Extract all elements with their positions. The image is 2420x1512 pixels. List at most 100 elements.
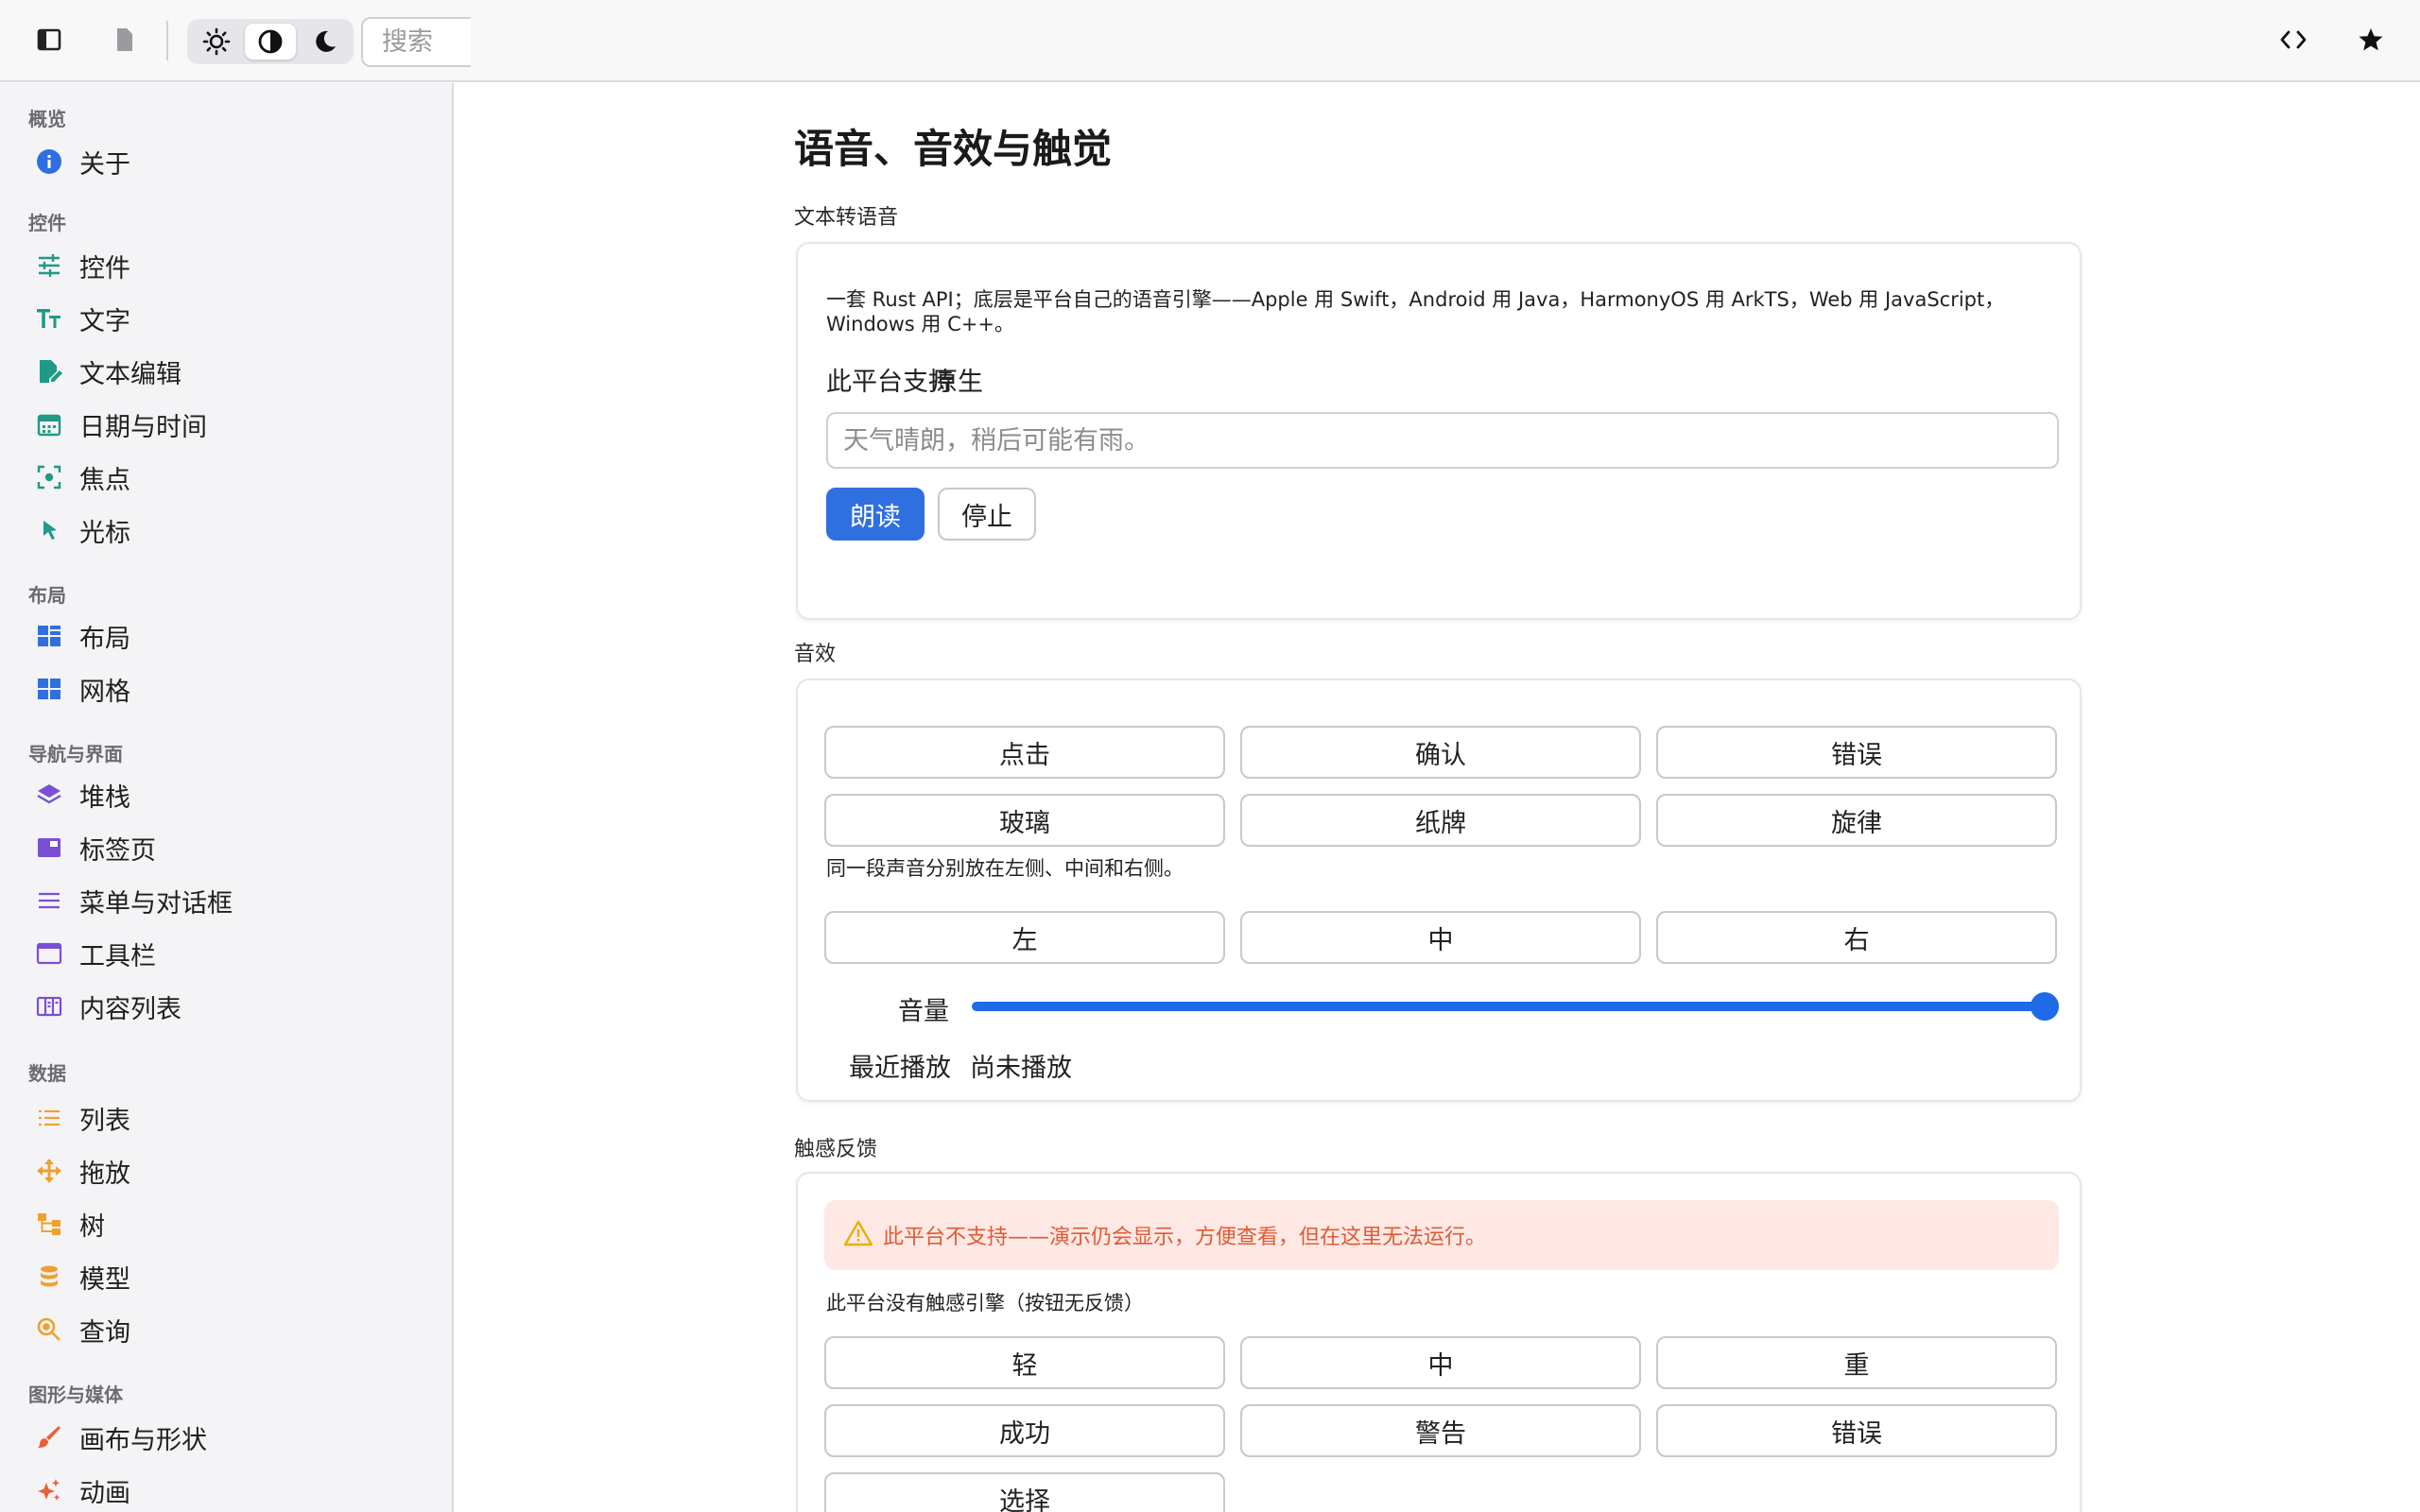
grid-icon (28, 668, 70, 710)
sidebar-item-content-list[interactable]: 内容列表 (28, 983, 435, 1030)
text-size-icon (28, 298, 70, 339)
sidebar: 概览 关于 控件 控件 文字 文本编辑 日期与时间 焦点 光标 布局 布局 网格… (0, 83, 454, 1512)
sidebar-item-label: 光标 (79, 518, 130, 548)
slider-fill (972, 1002, 2045, 1011)
sidebar-item-query[interactable]: 查询 (28, 1306, 435, 1353)
sidebar-item-menus-dialogs[interactable]: 菜单与对话框 (28, 877, 435, 924)
warning-text: 此平台不支持——演示仍会显示，方便查看，但在这里无法运行。 (883, 1226, 1487, 1249)
theme-switcher (187, 19, 354, 64)
support-value: 原生 (932, 368, 983, 397)
sidebar-item-label: 日期与时间 (79, 412, 207, 442)
sfx-confirm-button[interactable]: 确认 (1240, 726, 1641, 779)
sidebar-item-model[interactable]: 模型 (28, 1253, 435, 1300)
list-icon (28, 1097, 70, 1139)
sfx-card: 点击 确认 错误 玻璃 纸牌 旋律 同一段声音分别放在左侧、中间和右侧。 左 中… (796, 679, 2082, 1102)
stop-button[interactable]: 停止 (938, 488, 1036, 541)
pan-left-button[interactable]: 左 (824, 911, 1225, 964)
pan-right-button[interactable]: 右 (1656, 911, 2057, 964)
sidebar-item-layout[interactable]: 布局 (28, 612, 435, 660)
sfx-error-button[interactable]: 错误 (1656, 726, 2057, 779)
tabs-icon (28, 827, 70, 868)
contrast-icon[interactable] (245, 24, 296, 60)
sfx-melody-button[interactable]: 旋律 (1656, 794, 2057, 847)
sidebar-item-list[interactable]: 列表 (28, 1094, 435, 1142)
sfx-click-button[interactable]: 点击 (824, 726, 1225, 779)
sidebar-item-controls[interactable]: 控件 (28, 242, 435, 289)
haptic-success-button[interactable]: 成功 (824, 1404, 1225, 1457)
sidebar-item-toolbar[interactable]: 工具栏 (28, 930, 435, 977)
sidebar-item-label: 画布与形状 (79, 1425, 207, 1455)
sidebar-item-focus[interactable]: 焦点 (28, 454, 435, 501)
sidebar-item-label: 拖放 (79, 1159, 130, 1189)
focus-icon (28, 456, 70, 498)
sfx-glass-button[interactable]: 玻璃 (824, 794, 1225, 847)
haptics-note: 此平台没有触感引擎（按钮无反馈） (826, 1292, 1144, 1314)
document-icon[interactable] (104, 19, 146, 60)
volume-label: 音量 (898, 997, 949, 1026)
calendar-icon (28, 404, 70, 445)
sun-icon[interactable] (191, 24, 241, 60)
info-icon (28, 141, 70, 182)
speech-text-input[interactable] (826, 412, 2059, 469)
recent-label: 最近播放 (849, 1054, 951, 1083)
sidebar-item-label: 标签页 (79, 835, 156, 866)
haptic-heavy-button[interactable]: 重 (1656, 1336, 2057, 1389)
sidebar-item-label: 模型 (79, 1264, 130, 1295)
haptic-light-button[interactable]: 轻 (824, 1336, 1225, 1389)
sidebar-section-title: 布局 (28, 584, 66, 607)
sidebar-item-text-edit[interactable]: 文本编辑 (28, 348, 435, 395)
sidebar-item-drag-drop[interactable]: 拖放 (28, 1147, 435, 1194)
search-input[interactable] (361, 17, 471, 67)
sidebar-item-label: 菜单与对话框 (79, 888, 233, 919)
haptic-selection-button[interactable]: 选择 (824, 1472, 1225, 1512)
sidebar-section-title: 概览 (28, 108, 66, 130)
haptics-section-label: 触感反馈 (794, 1138, 878, 1161)
sidebar-item-tree[interactable]: 树 (28, 1200, 435, 1247)
sidebar-item-tabs[interactable]: 标签页 (28, 824, 435, 871)
sparkle-icon (28, 1469, 70, 1511)
brush-icon (28, 1417, 70, 1458)
sidebar-item-label: 文字 (79, 306, 130, 336)
toolbar (0, 0, 2420, 82)
haptic-medium-button[interactable]: 中 (1240, 1336, 1641, 1389)
sidebar-item-text[interactable]: 文字 (28, 295, 435, 342)
main-content: 语音、音效与触觉 文本转语音 一套 Rust API；底层是平台自己的语音引擎—… (456, 83, 2420, 1512)
warning-icon (843, 1219, 873, 1251)
sidebar-item-label: 内容列表 (79, 994, 182, 1024)
pan-center-button[interactable]: 中 (1240, 911, 1641, 964)
sidebar-item-label: 工具栏 (79, 941, 156, 971)
sidebar-item-cursor[interactable]: 光标 (28, 507, 435, 554)
tts-section-label: 文本转语音 (794, 206, 899, 230)
haptic-error-button[interactable]: 错误 (1656, 1404, 2057, 1457)
sidebar-item-animation[interactable]: 动画 (28, 1467, 435, 1512)
sidebar-item-about[interactable]: 关于 (28, 138, 435, 185)
columns-icon (28, 986, 70, 1027)
sidebar-section-title: 导航与界面 (28, 743, 123, 765)
sidebar-item-label: 堆栈 (79, 782, 130, 813)
sfx-cards-button[interactable]: 纸牌 (1240, 794, 1641, 847)
speak-button[interactable]: 朗读 (826, 488, 925, 541)
sidebar-item-date-time[interactable]: 日期与时间 (28, 401, 435, 448)
sidebar-item-label: 动画 (79, 1478, 130, 1508)
code-icon[interactable] (2273, 19, 2314, 60)
sidebar-item-label: 焦点 (79, 465, 130, 495)
page-title: 语音、音效与触觉 (794, 126, 1113, 172)
tts-card: 一套 Rust API；底层是平台自己的语音引擎——Apple 用 Swift，… (796, 242, 2082, 620)
sidebar-toggle-icon[interactable] (28, 19, 70, 60)
tts-description: 一套 Rust API；底层是平台自己的语音引擎——Apple 用 Swift，… (826, 288, 2005, 335)
edit-document-icon (28, 351, 70, 392)
star-icon[interactable] (2350, 19, 2392, 60)
sliders-icon (28, 245, 70, 286)
volume-slider[interactable] (972, 992, 2059, 1021)
sidebar-section-title: 控件 (28, 212, 66, 234)
sidebar-item-label: 网格 (79, 677, 130, 707)
sidebar-item-grid[interactable]: 网格 (28, 665, 435, 713)
database-icon (28, 1256, 70, 1297)
sidebar-item-label: 布局 (79, 624, 130, 654)
slider-thumb[interactable] (2031, 992, 2059, 1021)
haptic-warning-button[interactable]: 警告 (1240, 1404, 1641, 1457)
moon-icon[interactable] (300, 24, 350, 60)
cursor-icon (28, 509, 70, 551)
sidebar-item-canvas-shapes[interactable]: 画布与形状 (28, 1414, 435, 1461)
sidebar-item-stack[interactable]: 堆栈 (28, 771, 435, 818)
